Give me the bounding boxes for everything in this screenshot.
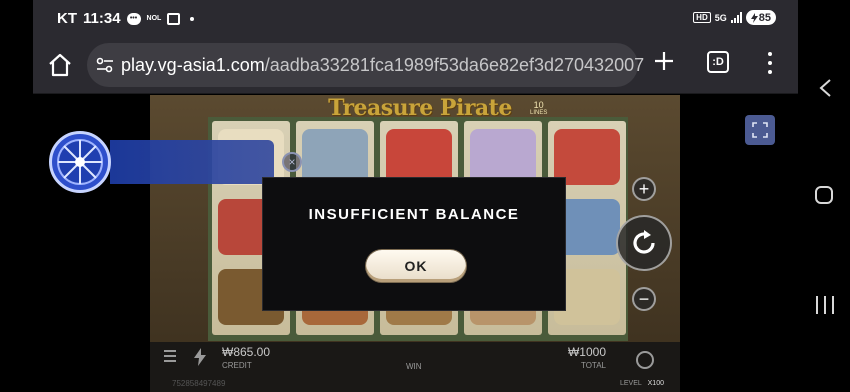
turbo-icon[interactable]	[194, 348, 206, 366]
site-settings-icon[interactable]	[95, 55, 115, 75]
notification-dot-icon	[190, 16, 195, 21]
close-banner-button[interactable]: ×	[282, 152, 302, 172]
insufficient-balance-dialog: INSUFFICIENT BALANCE OK	[262, 177, 566, 311]
level-value: X100	[647, 380, 664, 387]
network-type-icon: 5G	[714, 12, 727, 23]
wheel-spokes-icon	[57, 139, 103, 185]
spin-button[interactable]	[616, 215, 672, 271]
url-path: /aadba33281fca1989f53da6e82ef3d270432007	[264, 55, 645, 75]
total-label: TOTAL	[580, 361, 606, 370]
tab-switcher-button[interactable]: :D	[707, 51, 729, 73]
message-icon: •••	[126, 12, 141, 25]
expand-icon	[752, 122, 768, 138]
level-display: LEVEL X100	[620, 380, 664, 387]
bet-increase-button[interactable]: +	[632, 177, 656, 201]
auto-spin-icon[interactable]	[636, 351, 654, 369]
game-logo: Treasure Pirate	[328, 95, 512, 121]
status-bar: KT 11:34 ••• NOL HD 5G 85	[33, 0, 798, 38]
new-tab-icon[interactable]	[653, 50, 675, 72]
battery-level: 85	[758, 11, 771, 24]
battery-indicator: 85	[745, 10, 776, 25]
clock: 11:34	[83, 10, 121, 27]
home-icon[interactable]	[47, 52, 73, 78]
dialog-message: INSUFFICIENT BALANCE	[308, 206, 520, 223]
lines-label: LINES	[530, 110, 548, 116]
game-bottom-bar: ₩865.00 CREDIT WIN ₩1000 TOTAL 752858497…	[150, 342, 680, 392]
credit-label: CREDIT	[222, 361, 252, 370]
lucky-wheel-icon[interactable]	[49, 131, 111, 193]
carrier-label: KT	[57, 10, 77, 27]
url-host: play.vg-asia1.com	[121, 55, 265, 75]
overflow-menu-icon[interactable]	[766, 52, 774, 74]
game-menu-icon[interactable]	[164, 350, 176, 362]
recent-apps-icon[interactable]	[816, 296, 834, 314]
spin-arrow-icon	[633, 230, 655, 254]
signal-icon	[730, 12, 742, 23]
bet-decrease-button[interactable]: −	[632, 287, 656, 311]
hd-voice-icon: HD	[693, 12, 711, 23]
win-label: WIN	[406, 362, 422, 371]
fullscreen-button[interactable]	[745, 115, 775, 145]
total-bet-display: ₩1000 TOTAL	[568, 346, 606, 372]
promo-banner[interactable]	[110, 140, 274, 184]
screenshot-icon	[167, 12, 181, 25]
credit-value: ₩865.00	[222, 345, 271, 359]
charging-icon	[750, 12, 758, 23]
ok-button[interactable]: OK	[366, 250, 466, 282]
home-nav-icon[interactable]	[815, 186, 833, 204]
total-value: ₩1000	[567, 345, 606, 359]
account-id: 752858497489	[172, 379, 226, 388]
phone-screen: KT 11:34 ••• NOL HD 5G 85 play.vg-asia1.…	[0, 0, 850, 392]
credit-display: ₩865.00 CREDIT	[222, 346, 270, 372]
address-bar[interactable]: play.vg-asia1.com/aadba33281fca1989f53da…	[87, 43, 644, 87]
system-nav-bar	[798, 0, 850, 392]
lines-badge: 10 LINES	[530, 101, 547, 117]
status-left: KT 11:34 ••• NOL	[57, 10, 195, 27]
level-label: LEVEL	[620, 380, 642, 387]
lines-count: 10	[533, 100, 544, 110]
browser-toolbar: play.vg-asia1.com/aadba33281fca1989f53da…	[33, 38, 798, 94]
nol-icon: NOL	[146, 15, 162, 22]
url-text: play.vg-asia1.com/aadba33281fca1989f53da…	[121, 55, 644, 76]
status-right: HD 5G 85	[693, 10, 776, 25]
back-icon[interactable]	[818, 78, 832, 98]
